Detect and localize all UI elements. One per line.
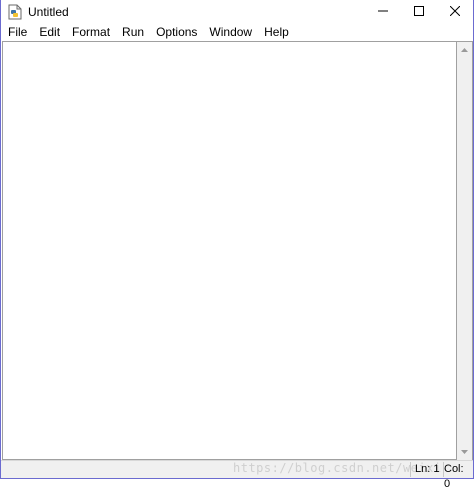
menu-bar: File Edit Format Run Options Window Help bbox=[1, 24, 473, 41]
menu-run[interactable]: Run bbox=[117, 24, 149, 41]
menu-format[interactable]: Format bbox=[67, 24, 115, 41]
maximize-icon bbox=[414, 3, 424, 21]
maximize-button[interactable] bbox=[401, 0, 437, 24]
menu-edit[interactable]: Edit bbox=[34, 24, 65, 41]
close-icon bbox=[449, 3, 461, 21]
scroll-up-icon[interactable] bbox=[457, 42, 472, 58]
python-idle-icon bbox=[8, 4, 22, 20]
menu-file[interactable]: File bbox=[1, 24, 32, 41]
status-column-number: Col: 0 bbox=[444, 463, 464, 490]
status-bar: https://blog.csdn.net/weixi Ln: 1 Col: 0 bbox=[1, 460, 473, 490]
minimize-button[interactable] bbox=[365, 0, 401, 24]
menu-help[interactable]: Help bbox=[259, 24, 294, 41]
menu-options[interactable]: Options bbox=[151, 24, 202, 41]
scroll-down-icon[interactable] bbox=[457, 444, 472, 460]
menu-window[interactable]: Window bbox=[204, 24, 257, 41]
minimize-icon bbox=[378, 3, 388, 21]
status-line-number: Ln: 1 bbox=[410, 462, 445, 477]
close-button[interactable] bbox=[437, 0, 473, 24]
idle-editor-window: Untitled File Edit Format Run Options Wi… bbox=[0, 0, 474, 490]
editor-text-area[interactable] bbox=[2, 41, 457, 460]
window-title: Untitled bbox=[28, 5, 69, 19]
title-bar[interactable]: Untitled bbox=[1, 0, 473, 24]
vertical-scrollbar[interactable] bbox=[457, 41, 473, 460]
